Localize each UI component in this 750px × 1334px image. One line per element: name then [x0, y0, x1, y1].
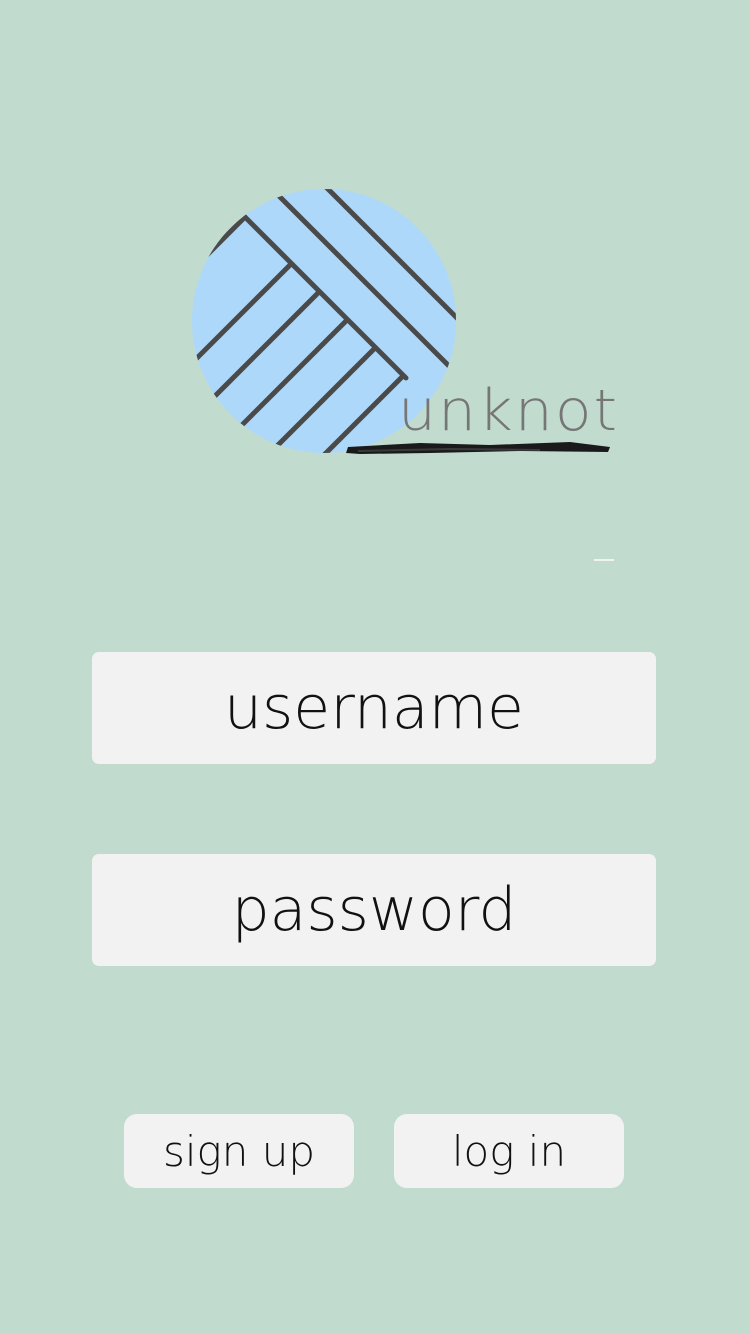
sign-up-button[interactable]: sign up — [124, 1114, 354, 1188]
password-field[interactable] — [92, 854, 656, 966]
decorative-dash — [594, 559, 614, 561]
logo-wordmark: unknot — [398, 377, 620, 445]
log-in-button[interactable]: log in — [394, 1114, 624, 1188]
username-field[interactable] — [92, 652, 656, 764]
app-logo: unknot — [190, 185, 620, 470]
